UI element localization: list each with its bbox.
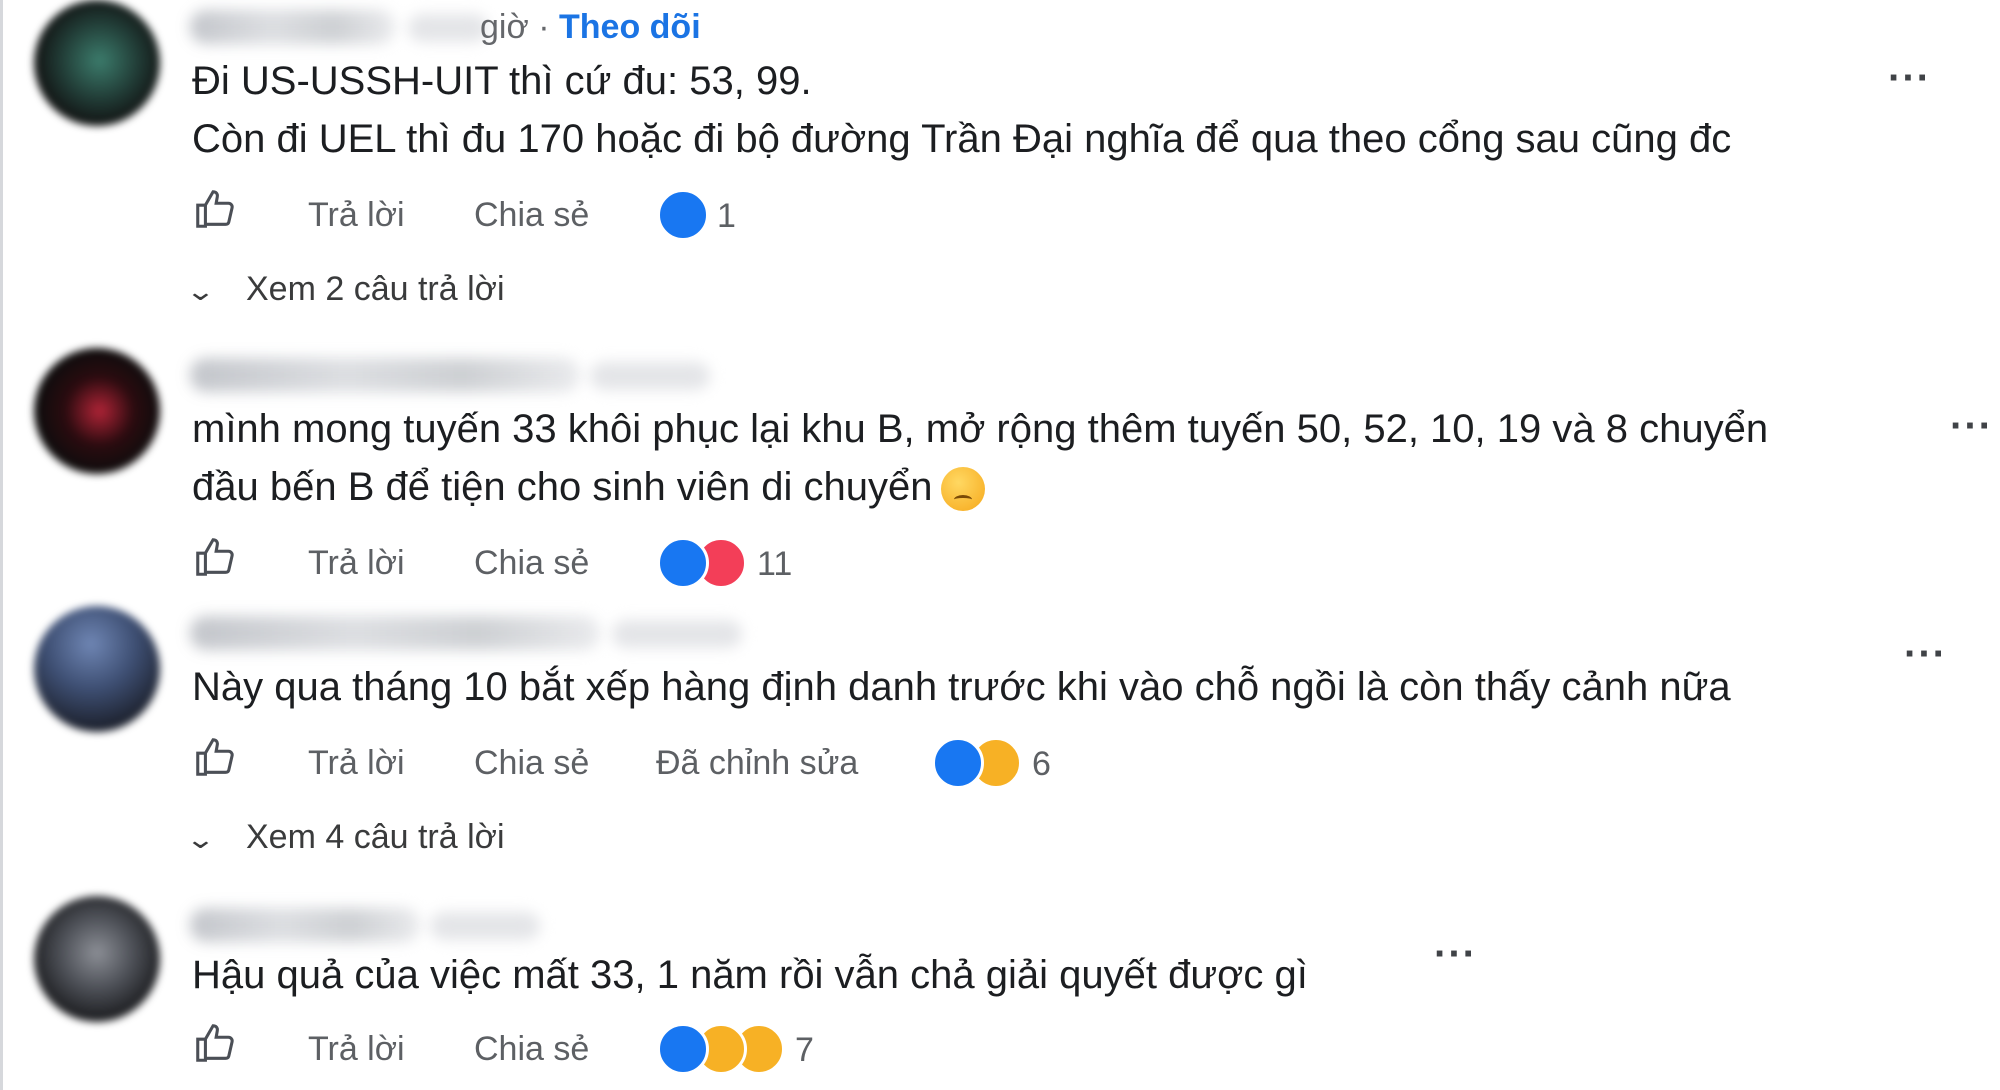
reply-button[interactable]: Trả lời xyxy=(308,1030,405,1069)
avatar[interactable] xyxy=(34,896,160,1022)
thumbs-up-icon[interactable] xyxy=(192,534,238,580)
author-name-blurred[interactable] xyxy=(190,616,600,650)
reaction-count: 1 xyxy=(717,197,736,235)
timestamp-blurred xyxy=(430,912,540,940)
share-button[interactable]: Chia sẻ xyxy=(474,1030,589,1069)
share-button[interactable]: Chia sẻ xyxy=(474,196,589,235)
like-reaction-icon xyxy=(657,537,709,589)
more-dots-icon[interactable]: ··· xyxy=(1950,404,1993,449)
reply-button[interactable]: Trả lời xyxy=(308,544,405,583)
chevron-down-icon: ⌄ xyxy=(185,276,216,306)
reaction-summary[interactable]: 6 xyxy=(932,737,1092,789)
thumbs-up-icon[interactable] xyxy=(192,1020,238,1066)
comment-line-2-text: đầu bến B để tiện cho sinh viên di chuyể… xyxy=(192,465,933,509)
chevron-down-icon: ⌄ xyxy=(185,824,216,854)
more-dots-icon[interactable]: ··· xyxy=(1904,632,1947,677)
timestamp-blurred xyxy=(408,14,488,42)
edited-label: Đã chỉnh sửa xyxy=(656,744,859,782)
reaction-count: 11 xyxy=(757,545,793,583)
reaction-count: 7 xyxy=(795,1031,814,1069)
left-edge-divider xyxy=(0,0,3,1090)
timestamp-blurred xyxy=(612,620,742,648)
view-replies-label: Xem 2 câu trả lời xyxy=(246,270,505,308)
author-name-blurred[interactable] xyxy=(190,358,580,392)
name-row-meta: giờ · Theo dõi xyxy=(480,8,701,47)
view-replies-label: Xem 4 câu trả lời xyxy=(246,818,505,856)
comment-line-1: Này qua tháng 10 bắt xếp hàng định danh … xyxy=(192,665,1731,709)
comment-line-1: mình mong tuyến 33 khôi phục lại khu B, … xyxy=(192,407,1769,451)
avatar[interactable] xyxy=(34,348,160,474)
like-reaction-icon xyxy=(657,189,709,241)
author-name-blurred[interactable] xyxy=(190,10,395,44)
thumbs-up-icon[interactable] xyxy=(192,734,238,780)
share-button[interactable]: Chia sẻ xyxy=(474,544,589,583)
time-suffix: giờ xyxy=(480,8,529,46)
reaction-summary[interactable]: 11 xyxy=(657,537,817,589)
like-reaction-icon xyxy=(657,1023,709,1075)
author-name-blurred[interactable] xyxy=(190,908,420,942)
comment-actions: Trả lời Chia sẻ 11 xyxy=(192,534,992,594)
like-reaction-icon xyxy=(932,737,984,789)
thumbs-up-icon[interactable] xyxy=(192,186,238,232)
avatar[interactable] xyxy=(34,0,160,126)
view-replies-button[interactable]: ⌄ Xem 2 câu trả lời xyxy=(185,270,505,309)
comment-line-1: Hậu quả của việc mất 33, 1 năm rồi vẫn c… xyxy=(192,953,1308,997)
comment-line-2: Còn đi UEL thì đu 170 hoặc đi bộ đường T… xyxy=(192,117,1732,161)
comment-actions: Trả lời Chia sẻ Đã chỉnh sửa 6 xyxy=(192,734,1092,794)
more-dots-icon[interactable]: ··· xyxy=(1888,56,1931,101)
reaction-summary[interactable]: 7 xyxy=(657,1023,837,1075)
separator: · xyxy=(538,8,550,46)
timestamp-blurred xyxy=(590,362,710,390)
reply-button[interactable]: Trả lời xyxy=(308,744,405,783)
view-replies-button[interactable]: ⌄ Xem 4 câu trả lời xyxy=(185,818,505,857)
share-button[interactable]: Chia sẻ xyxy=(474,744,589,783)
comment-line-2: đầu bến B để tiện cho sinh viên di chuyể… xyxy=(192,458,985,516)
comment-actions: Trả lời Chia sẻ 1 xyxy=(192,186,992,246)
avatar[interactable] xyxy=(34,606,160,732)
reply-button[interactable]: Trả lời xyxy=(308,196,405,235)
comment-line-1: Đi US-USSH-UIT thì cứ đu: 53, 99. xyxy=(192,59,812,103)
reaction-count: 6 xyxy=(1032,745,1051,783)
follow-link[interactable]: Theo dõi xyxy=(559,8,701,46)
reaction-summary[interactable]: 1 xyxy=(657,189,777,241)
more-dots-icon[interactable]: ··· xyxy=(1434,932,1477,977)
sad-face-emoji xyxy=(940,467,985,512)
comment-actions: Trả lời Chia sẻ 7 xyxy=(192,1020,992,1080)
